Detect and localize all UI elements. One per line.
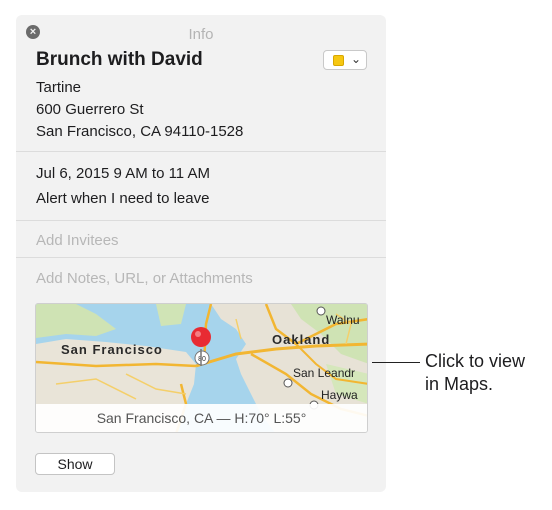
location-map[interactable]: 80 San Francisco Oakland Walnu San Leand… [35, 303, 368, 433]
popover-title: Info [188, 26, 214, 43]
map-label-san-leandro: San Leandr [293, 366, 356, 380]
map-label-oakland: Oakland [272, 332, 331, 347]
calendar-color-swatch [333, 55, 344, 66]
callout-line-1: Click to view [425, 351, 526, 371]
divider [16, 151, 386, 152]
map-label-hayward: Haywa [321, 388, 358, 402]
chevron-down-icon: ⌄ [351, 52, 362, 66]
map-weather-caption: San Francisco, CA — H:70° L:55° [36, 404, 367, 432]
add-notes-field[interactable]: Add Notes, URL, or Attachments [36, 270, 253, 287]
location-street[interactable]: 600 Guerrero St [36, 101, 144, 118]
map-label-san-francisco: San Francisco [61, 342, 163, 357]
add-invitees-field[interactable]: Add Invitees [36, 232, 119, 249]
event-title[interactable]: Brunch with David [36, 49, 203, 71]
event-datetime[interactable]: Jul 6, 2015 9 AM to 11 AM [36, 165, 210, 182]
map-label-walnut: Walnu [326, 313, 360, 327]
divider [16, 257, 386, 258]
callout-line [372, 362, 420, 363]
location-city[interactable]: San Francisco, CA 94110-1528 [36, 123, 243, 140]
location-name[interactable]: Tartine [36, 79, 81, 96]
highway-shield-80: 80 [198, 356, 206, 363]
callout-line-2: in Maps. [425, 374, 494, 394]
show-button[interactable]: Show [35, 453, 115, 475]
event-info-popover: × Info Brunch with David ⌄ Tartine 600 G… [16, 15, 386, 492]
calendar-color-picker[interactable]: ⌄ [323, 50, 367, 70]
divider [16, 220, 386, 221]
callout-text: Click to view in Maps. [425, 350, 525, 396]
event-alert[interactable]: Alert when I need to leave [36, 190, 209, 207]
